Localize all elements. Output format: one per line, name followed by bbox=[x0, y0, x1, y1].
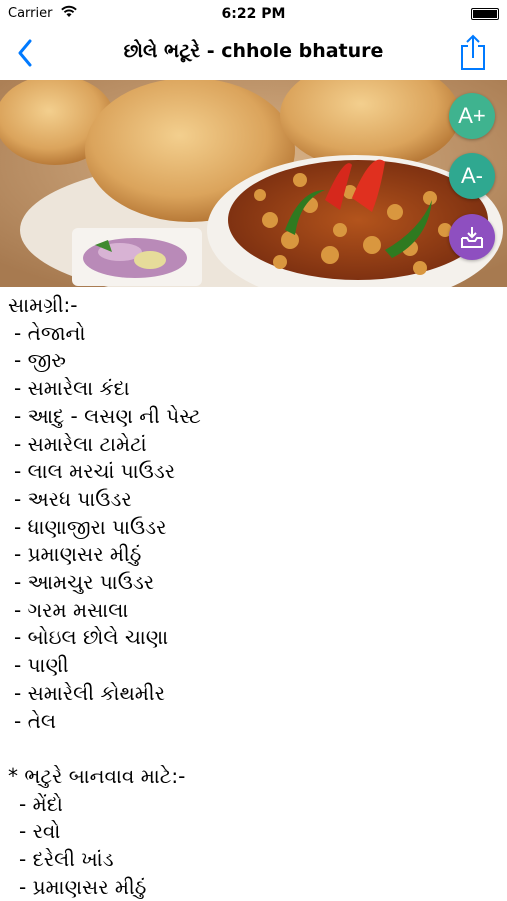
font-increase-button[interactable]: A+ bbox=[449, 93, 495, 139]
bhature-heading: * ભટુરે બાનવાવ માટે:- bbox=[8, 763, 186, 788]
ingredient-item: - તેલ bbox=[14, 708, 56, 733]
ingredient-item: - તેજાનો bbox=[14, 320, 86, 345]
font-increase-label: A+ bbox=[458, 103, 486, 128]
bhature-item: - દરેલી ખાંડ bbox=[19, 847, 114, 872]
share-icon bbox=[461, 34, 485, 70]
download-button[interactable] bbox=[449, 214, 495, 260]
bhature-item: - મેંદો bbox=[19, 791, 63, 816]
navigation-bar: છોલે ભટૂરે - chhole bhature bbox=[0, 28, 507, 78]
page-title: છોલે ભટૂરે - chhole bhature bbox=[123, 40, 384, 62]
recipe-image bbox=[0, 80, 507, 287]
share-button[interactable] bbox=[457, 34, 489, 72]
food-photo bbox=[0, 80, 507, 287]
ingredient-item: - ગરમ મસાલા bbox=[14, 597, 129, 622]
ingredient-item: - પ્રમાણસર મીઠું bbox=[14, 542, 142, 567]
back-button[interactable] bbox=[10, 36, 40, 70]
font-decrease-label: A- bbox=[461, 163, 483, 188]
status-bar: Carrier 6:22 PM bbox=[0, 0, 507, 28]
font-decrease-button[interactable]: A- bbox=[449, 153, 495, 199]
ingredient-item: - સમારેલી કોથમીર bbox=[14, 680, 165, 705]
bhature-item: - રવો bbox=[19, 819, 61, 844]
ingredient-item: - અરધ પાઉડર bbox=[14, 486, 132, 511]
ingredients-heading: સામગ્રી:- bbox=[8, 293, 78, 317]
recipe-text: સામગ્રી:- - તેજાનો - જીરુ - સમારેલા કંદા… bbox=[8, 292, 503, 901]
ingredient-item: - પાણી bbox=[14, 653, 69, 678]
ingredient-item: - સમારેલા કંદા bbox=[14, 376, 130, 401]
ingredient-item: - બોઇલ છોલે ચાણા bbox=[14, 625, 169, 650]
ingredient-item: - જીરુ bbox=[14, 348, 66, 373]
ingredient-item: - ધાણાજીરા પાઉડર bbox=[14, 514, 167, 539]
ingredient-item: - આમચુર પાઉડર bbox=[14, 570, 155, 595]
battery-icon bbox=[471, 8, 499, 20]
chevron-left-icon bbox=[18, 39, 32, 67]
ingredient-item: - આદુ - લસણ ની પેસ્ટ bbox=[14, 403, 201, 428]
ingredient-item: - સમારેલા ટામેટાં bbox=[14, 431, 147, 456]
ingredient-item: - લાલ મરચાં પાઉડર bbox=[14, 459, 176, 484]
download-tray-icon bbox=[461, 227, 483, 248]
clock: 6:22 PM bbox=[221, 6, 286, 22]
bhature-item: - પ્રમાણસર મીઠું bbox=[19, 874, 147, 899]
